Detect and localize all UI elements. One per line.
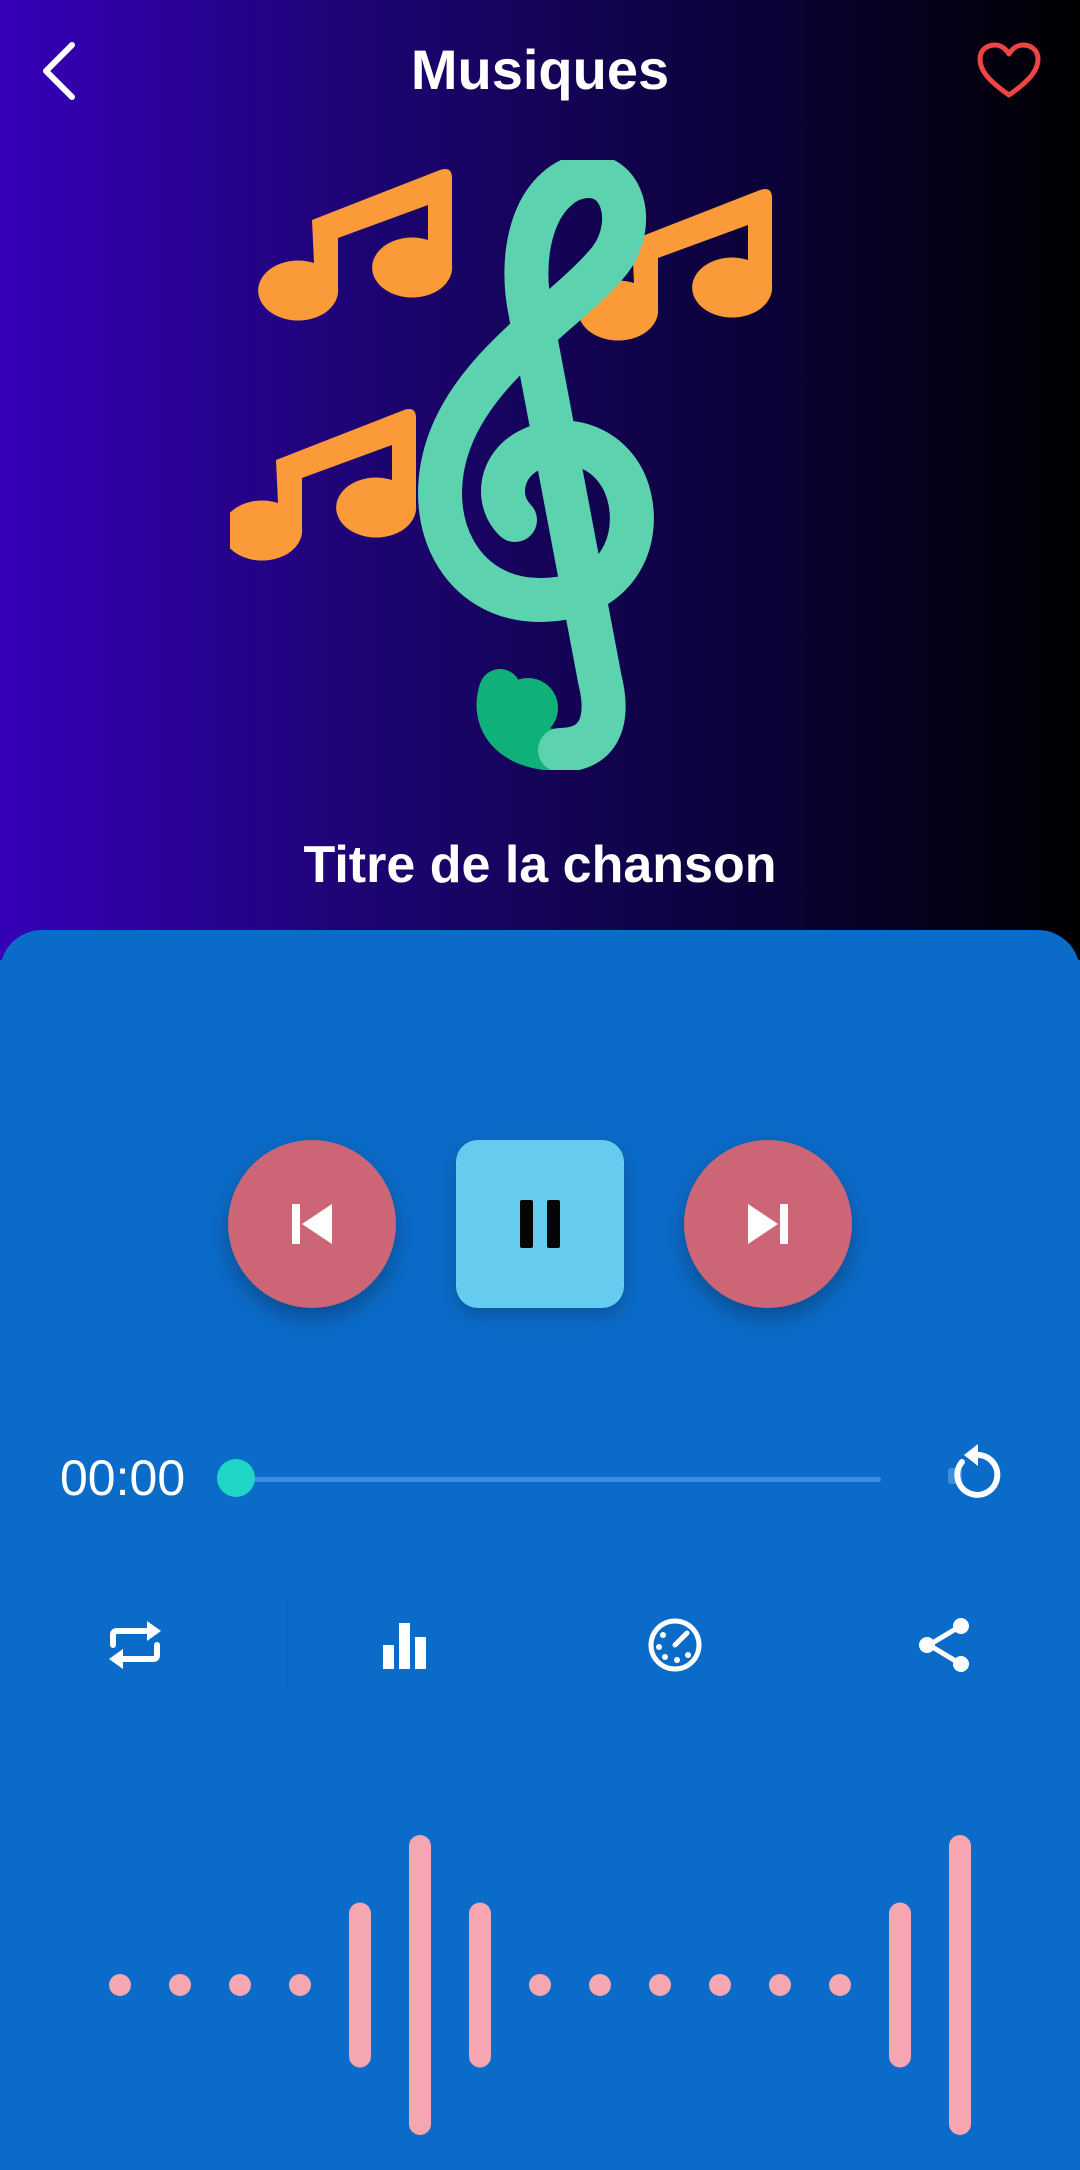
seek-thumb[interactable] xyxy=(217,1459,255,1497)
share-icon xyxy=(919,1618,969,1672)
music-note-icon xyxy=(230,409,417,561)
visualizer-bar xyxy=(649,1974,671,1996)
visualizer-bar xyxy=(409,1835,431,2135)
favorite-button[interactable] xyxy=(974,36,1044,106)
visualizer-bar xyxy=(109,1974,131,1996)
visualizer-bar xyxy=(169,1974,191,1996)
timer-icon xyxy=(648,1618,702,1672)
play-pause-button[interactable] xyxy=(456,1140,624,1308)
divider xyxy=(286,1600,288,1690)
replay-icon xyxy=(948,1444,1001,1498)
visualizer-bar xyxy=(829,1974,851,1996)
visualizer-bar xyxy=(229,1974,251,1996)
visualizer-bar xyxy=(529,1974,551,1996)
next-button[interactable] xyxy=(684,1140,852,1308)
visualizer-bar xyxy=(469,1902,491,2068)
hero-header: Musiques Titre de la chanson xyxy=(0,0,1080,960)
share-button[interactable] xyxy=(905,1605,985,1685)
previous-button[interactable] xyxy=(228,1140,396,1308)
treble-clef-icon xyxy=(418,160,654,770)
heart-outline-icon xyxy=(977,42,1041,98)
visualizer-bar xyxy=(709,1974,731,1996)
timer-button[interactable] xyxy=(635,1605,715,1685)
pause-icon xyxy=(520,1200,560,1248)
page-title: Musiques xyxy=(410,38,670,101)
audio-visualizer xyxy=(109,1835,971,2135)
repeat-icon xyxy=(109,1621,161,1669)
repeat-button[interactable] xyxy=(95,1605,175,1685)
bar-chart-icon xyxy=(383,1623,426,1669)
music-note-icon xyxy=(258,169,453,321)
visualizer-bar xyxy=(349,1902,371,2068)
visualizer-bar xyxy=(769,1974,791,1996)
music-notes-treble-clef-icon xyxy=(230,160,773,770)
visualizer-bar xyxy=(289,1974,311,1996)
visualizer-bar xyxy=(889,1902,911,2068)
replay-button[interactable] xyxy=(935,1435,1015,1515)
song-title: Titre de la chanson xyxy=(303,836,777,894)
visualizer-bar xyxy=(949,1835,971,2135)
skip-next-icon xyxy=(748,1204,788,1244)
visualizer-bar xyxy=(589,1974,611,1996)
current-time: 00:00 xyxy=(60,1450,186,1506)
equalizer-button[interactable] xyxy=(365,1605,445,1685)
seek-bar[interactable] xyxy=(236,1477,881,1482)
skip-previous-icon xyxy=(292,1204,332,1244)
